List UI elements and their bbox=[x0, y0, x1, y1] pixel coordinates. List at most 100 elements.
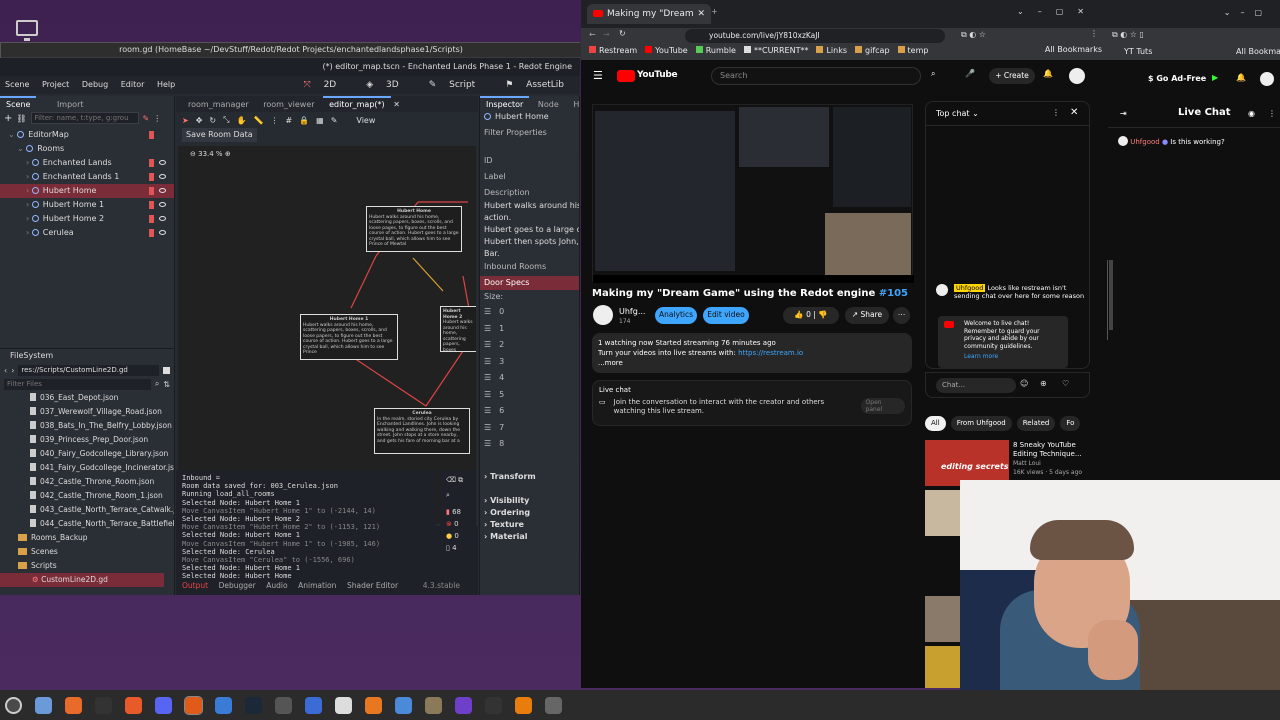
browser-tab[interactable]: Making my "Dream ✕ bbox=[587, 4, 711, 24]
camera-icon[interactable] bbox=[305, 697, 322, 714]
room-node-hubert-home-1[interactable]: Hubert Home 1 Hubert walks around his ho… bbox=[300, 314, 398, 360]
bone-icon[interactable]: ✎ bbox=[331, 116, 338, 125]
settings-icon[interactable] bbox=[545, 697, 562, 714]
mail-icon[interactable] bbox=[395, 697, 412, 714]
file-item[interactable]: 042_Castle_Throne_Room_1.json bbox=[30, 489, 174, 503]
hashtag-link[interactable]: #105 bbox=[879, 288, 908, 299]
drag-handle-icon[interactable]: ☰ bbox=[484, 307, 491, 316]
script-icon[interactable] bbox=[149, 173, 154, 181]
close-icon[interactable]: ✕ bbox=[393, 100, 400, 109]
search-icon[interactable]: ⌕ bbox=[931, 69, 935, 79]
scene-tree-item[interactable]: › Hubert Home 1 bbox=[0, 198, 174, 212]
inspector-section[interactable]: › Texture bbox=[480, 519, 579, 531]
expand-arrow-icon[interactable]: › bbox=[26, 214, 32, 223]
tab-audio[interactable]: Audio bbox=[266, 581, 287, 590]
filter-chip[interactable]: All bbox=[925, 416, 946, 431]
script-icon[interactable] bbox=[149, 131, 154, 139]
file-item[interactable]: 038_Bats_In_The_Belfry_Lobby.json bbox=[30, 419, 174, 433]
bookmark-item[interactable]: Links bbox=[816, 44, 847, 58]
inspector-section[interactable]: › Visibility bbox=[480, 495, 579, 507]
recommended-title[interactable]: 8 Sneaky YouTube Editing Technique... bbox=[1013, 441, 1093, 459]
more-icon[interactable]: ⋮ bbox=[153, 114, 161, 123]
super-chat-icon[interactable]: ⊕ bbox=[1040, 379, 1047, 388]
select-tool-icon[interactable]: ➤ bbox=[182, 116, 189, 125]
drag-handle-icon[interactable]: ☰ bbox=[484, 390, 491, 399]
door-entry[interactable]: ☰ 4 bbox=[480, 370, 579, 387]
door-entry[interactable]: ☰ 2 bbox=[480, 337, 579, 354]
video-controls[interactable] bbox=[593, 275, 914, 283]
file-item[interactable]: 044_Castle_North_Terrace_Battlefiel... bbox=[30, 517, 174, 531]
computer-icon[interactable] bbox=[16, 20, 38, 41]
scene-tree-item[interactable]: › Cerulea bbox=[0, 226, 174, 240]
snap-icon[interactable]: ⋮ bbox=[270, 116, 278, 125]
chat-author-badge[interactable]: Uhfgood bbox=[954, 284, 986, 292]
visibility-icon[interactable] bbox=[159, 160, 166, 165]
filter-chip[interactable]: Related bbox=[1016, 416, 1056, 431]
menu-editor[interactable]: Editor bbox=[121, 76, 145, 94]
file-item[interactable]: 040_Fairy_Godcollege_Library.json bbox=[30, 447, 174, 461]
expand-arrow-icon[interactable]: › bbox=[26, 172, 32, 181]
expand-arrow-icon[interactable]: › bbox=[26, 228, 32, 237]
youtube-search-input[interactable]: Search bbox=[711, 67, 921, 85]
chat-author[interactable]: Uhfgood bbox=[1130, 138, 1159, 146]
door-entry[interactable]: ☰ 7 bbox=[480, 420, 579, 437]
scene-filter-input[interactable] bbox=[30, 112, 139, 124]
drag-handle-icon[interactable]: ☰ bbox=[484, 340, 491, 349]
info-count[interactable]: ▯ 4 bbox=[446, 544, 476, 552]
avatar[interactable] bbox=[1260, 72, 1274, 86]
tab-editor-map[interactable]: editor_map(*) bbox=[323, 96, 391, 112]
channel-name[interactable]: Uhfg... bbox=[619, 307, 645, 316]
visibility-icon[interactable] bbox=[159, 174, 166, 179]
bookmark-item[interactable]: temp bbox=[897, 44, 928, 58]
channel-avatar[interactable] bbox=[593, 305, 613, 325]
brave-icon[interactable] bbox=[125, 697, 142, 714]
filesystem-path[interactable]: res://Scripts/CustomLine2D.gd bbox=[18, 364, 159, 376]
message-count[interactable]: ▮ 68 bbox=[446, 508, 476, 516]
tab-shader-editor[interactable]: Shader Editor bbox=[347, 581, 398, 590]
room-node-hubert-home-2[interactable]: Hubert Home 2 Hubert walks around his ho… bbox=[440, 306, 476, 352]
vlc-icon[interactable] bbox=[365, 697, 382, 714]
edit-video-button[interactable]: Edit video bbox=[703, 307, 749, 324]
visibility-icon[interactable] bbox=[159, 230, 166, 235]
file-item[interactable]: 043_Castle_North_Terrace_Catwalk.j... bbox=[30, 503, 174, 517]
script-icon[interactable] bbox=[149, 187, 154, 195]
visibility-icon[interactable] bbox=[159, 216, 166, 221]
lock-icon[interactable]: 🔒 bbox=[299, 116, 309, 125]
workspace-3d[interactable]: ◈ 3D bbox=[361, 76, 403, 94]
view-menu[interactable]: View bbox=[356, 116, 375, 125]
bell-icon[interactable]: 🔔 bbox=[1236, 73, 1246, 82]
youtube-logo[interactable]: YouTube bbox=[637, 70, 678, 80]
chat-input[interactable]: Chat... bbox=[936, 378, 1016, 393]
forward-icon[interactable]: → bbox=[603, 30, 610, 39]
close-icon[interactable]: ✕ bbox=[1070, 107, 1078, 118]
filter-chip[interactable]: Fo bbox=[1060, 416, 1081, 431]
create-button[interactable]: + Create bbox=[989, 68, 1035, 84]
file-item[interactable]: 037_Werewolf_Village_Road.json bbox=[30, 405, 174, 419]
video-thumbnail[interactable] bbox=[925, 646, 961, 688]
reload-icon[interactable]: ↻ bbox=[619, 29, 626, 38]
expand-arrow-icon[interactable]: › bbox=[26, 200, 32, 209]
bitwarden-icon[interactable] bbox=[215, 697, 232, 714]
layout-icon[interactable] bbox=[163, 366, 170, 374]
inspector-section[interactable]: › Transform bbox=[480, 471, 579, 483]
menu-project[interactable]: Project bbox=[42, 76, 69, 94]
gimp-icon[interactable] bbox=[425, 697, 442, 714]
folder-item[interactable]: Scenes bbox=[18, 545, 174, 559]
mic-icon[interactable]: 🎤 bbox=[965, 69, 975, 78]
bookmark-item[interactable]: **CURRENT** bbox=[743, 44, 808, 58]
analytics-button[interactable]: Analytics bbox=[655, 307, 697, 324]
script-icon[interactable] bbox=[149, 229, 154, 237]
forward-icon[interactable]: › bbox=[11, 366, 14, 375]
room-node-cerulea[interactable]: Cerulea In the realm, storied city Cerul… bbox=[374, 408, 470, 454]
warning-count[interactable]: ● 0 bbox=[446, 532, 476, 540]
drag-handle-icon[interactable]: ☰ bbox=[484, 423, 491, 432]
back-icon[interactable]: ← bbox=[589, 30, 596, 39]
blender-icon[interactable] bbox=[515, 697, 532, 714]
door-entry[interactable]: ☰ 5 bbox=[480, 387, 579, 404]
top-chat-dropdown[interactable]: Top chat ⌄ bbox=[936, 109, 979, 118]
door-entry[interactable]: ☰ 8 bbox=[480, 436, 579, 453]
canvas-2d[interactable]: ⊖ 33.4 % ⊕ Hubert Home Hubert walks arou… bbox=[178, 146, 476, 524]
terminal-icon[interactable] bbox=[95, 697, 112, 714]
clear-icon[interactable]: ⌫ ⧉ bbox=[446, 476, 476, 485]
scene-tree-item[interactable]: › Hubert Home 2 bbox=[0, 212, 174, 226]
